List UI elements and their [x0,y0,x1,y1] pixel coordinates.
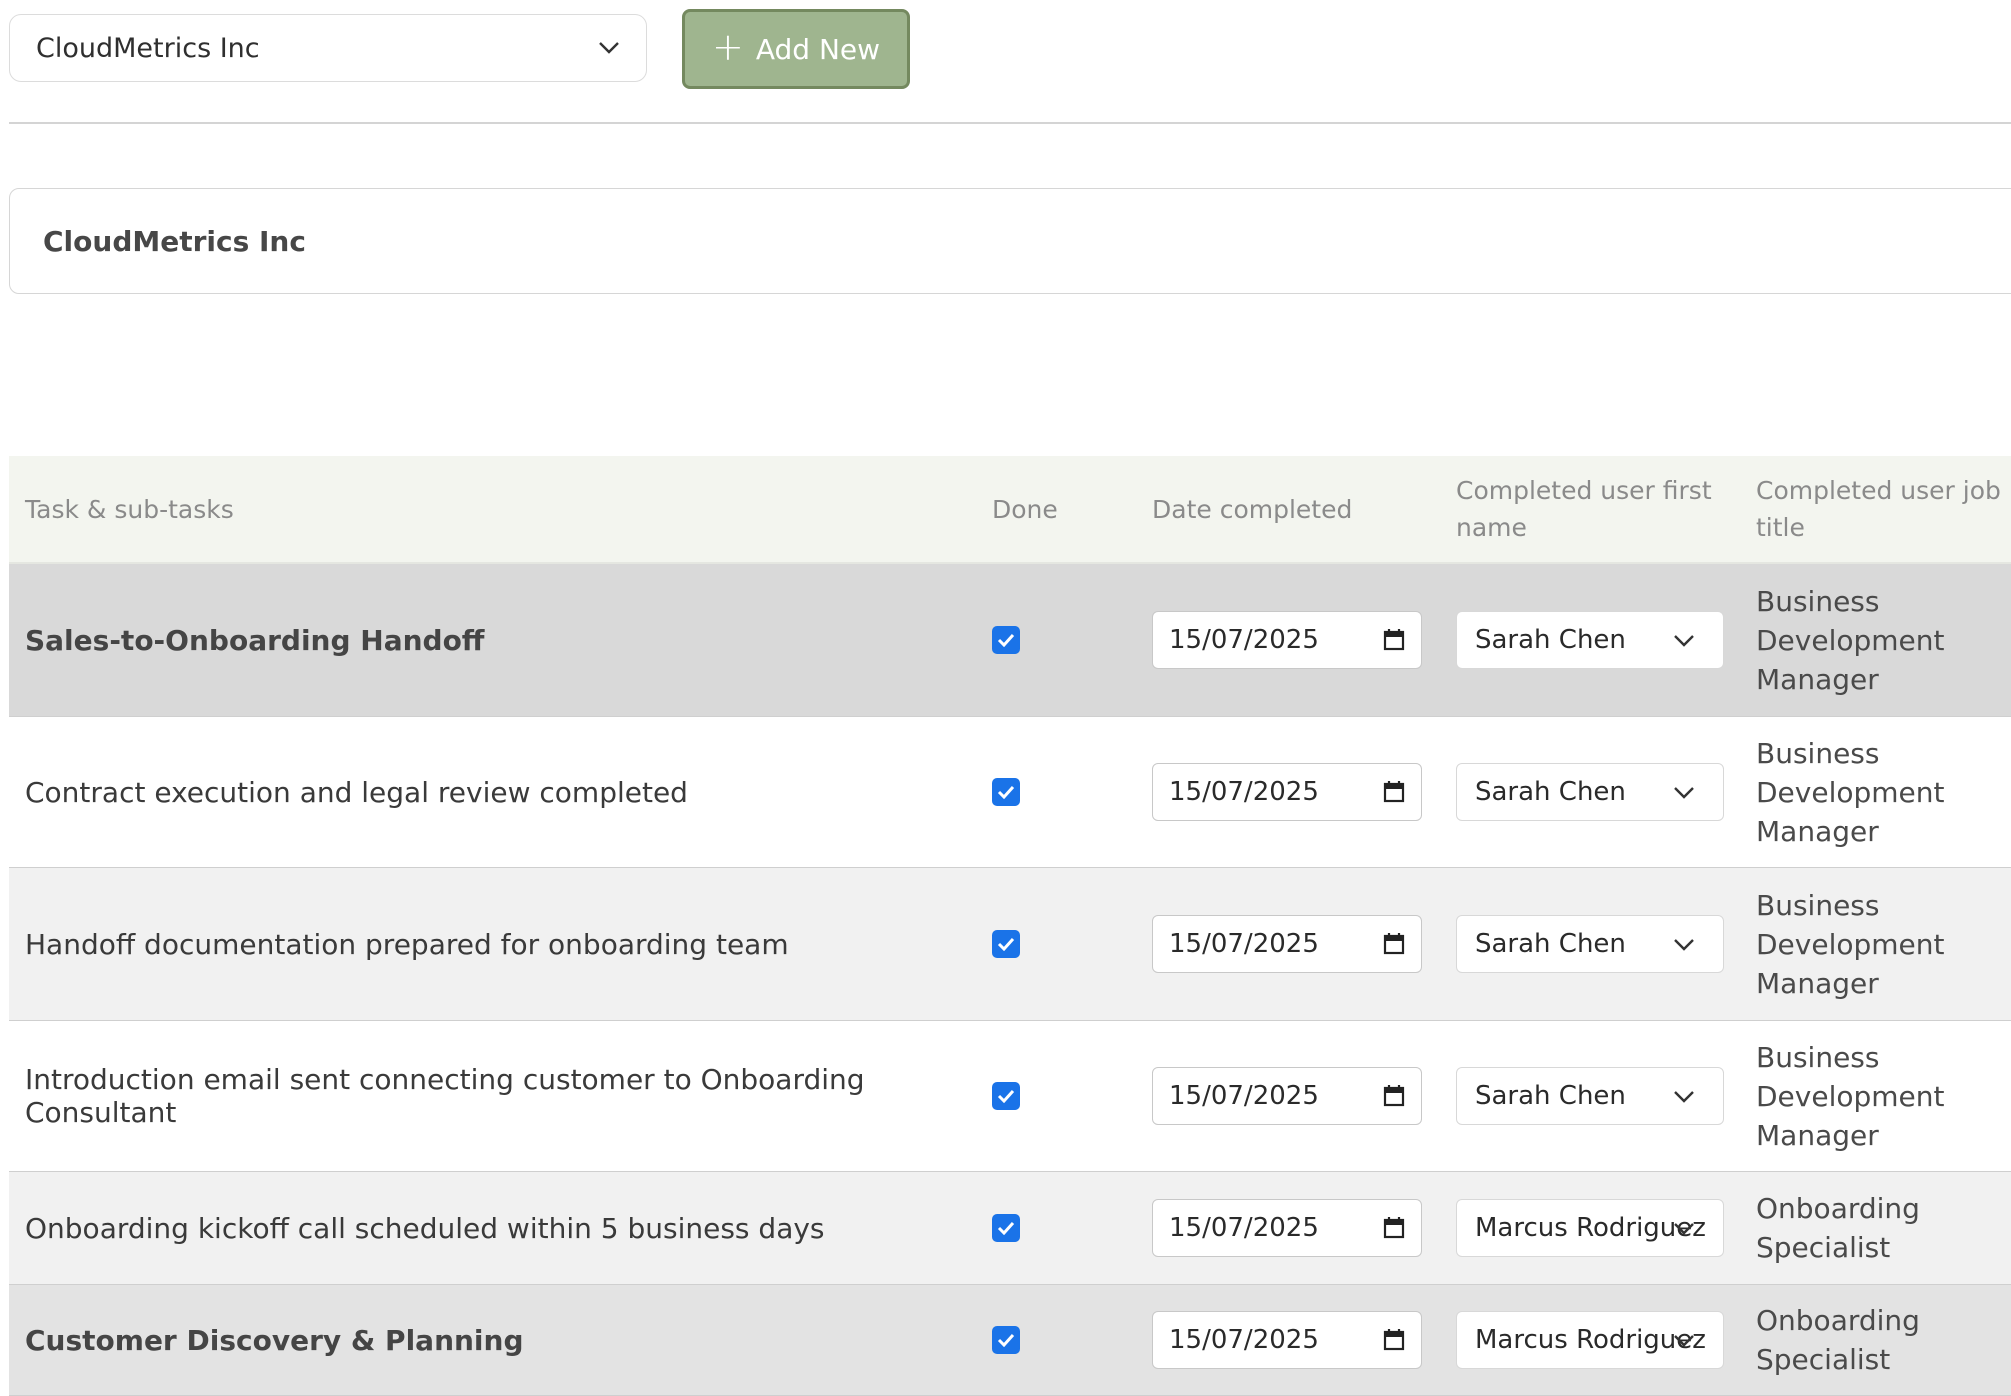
task-name: Introduction email sent connecting custo… [25,1063,865,1129]
task-name: Sales-to-Onboarding Handoff [25,623,485,657]
header-date: Date completed [1152,494,1353,524]
date-completed-input[interactable]: 15/07/2025 [1152,1199,1422,1257]
check-icon [997,937,1015,951]
check-icon [997,785,1015,799]
date-completed-input[interactable]: 15/07/2025 [1152,611,1422,669]
chevron-down-icon [1674,1335,1694,1347]
check-icon [997,1333,1015,1347]
add-new-button[interactable]: + Add New [682,9,910,89]
date-value: 15/07/2025 [1169,1081,1319,1111]
date-value: 15/07/2025 [1169,625,1319,655]
table-row: Handoff documentation prepared for onboa… [9,868,2011,1021]
task-name: Contract execution and legal review comp… [25,775,688,809]
check-icon [997,633,1015,647]
company-select[interactable]: CloudMetrics Inc [9,14,647,82]
user-select[interactable]: Sarah Chen [1456,1067,1724,1125]
table-row: Onboarding kickoff call scheduled within… [9,1172,2011,1285]
check-icon [997,1221,1015,1235]
table-row: Customer Discovery & Planning 15/07/2025… [9,1285,2011,1396]
calendar-icon[interactable] [1383,781,1405,803]
plus-icon: + [711,25,744,69]
header-user-first-name: Completed user first name [1456,476,1712,542]
calendar-icon[interactable] [1383,933,1405,955]
job-title: Business Development Manager [1756,1040,1945,1152]
task-table: Task & sub-tasks Done Date completed Com… [9,456,2011,1396]
chevron-down-icon [1674,1091,1694,1103]
job-title: Business Development Manager [1756,736,1945,848]
done-checkbox[interactable] [992,778,1020,806]
header-done: Done [992,494,1058,524]
done-checkbox[interactable] [992,626,1020,654]
divider [9,122,2011,124]
chevron-down-icon [1674,635,1694,647]
chevron-down-icon [1674,787,1694,799]
date-completed-input[interactable]: 15/07/2025 [1152,915,1422,973]
user-select[interactable]: Sarah Chen [1456,763,1724,821]
add-new-label: Add New [755,32,881,66]
task-name: Handoff documentation prepared for onboa… [25,927,789,961]
done-checkbox[interactable] [992,1082,1020,1110]
company-select-value: CloudMetrics Inc [36,32,260,64]
header-user-job-title: Completed user job title [1756,476,2001,542]
header-task: Task & sub-tasks [25,494,234,524]
table-header: Task & sub-tasks Done Date completed Com… [9,456,2011,564]
user-select[interactable]: Marcus Rodriguez [1456,1199,1724,1257]
done-checkbox[interactable] [992,1326,1020,1354]
company-card: CloudMetrics Inc [9,188,2011,294]
table-row: Sales-to-Onboarding Handoff 15/07/2025 S… [9,564,2011,717]
task-name: Customer Discovery & Planning [25,1323,524,1357]
job-title: Onboarding Specialist [1756,1192,1920,1264]
date-value: 15/07/2025 [1169,929,1319,959]
done-checkbox[interactable] [992,930,1020,958]
calendar-icon[interactable] [1383,1217,1405,1239]
date-completed-input[interactable]: 15/07/2025 [1152,763,1422,821]
job-title: Business Development Manager [1756,888,1945,1000]
job-title: Onboarding Specialist [1756,1304,1920,1376]
user-select[interactable]: Marcus Rodriguez [1456,1311,1724,1369]
table-row: Introduction email sent connecting custo… [9,1021,2011,1172]
calendar-icon[interactable] [1383,629,1405,651]
date-completed-input[interactable]: 15/07/2025 [1152,1311,1422,1369]
date-value: 15/07/2025 [1169,777,1319,807]
calendar-icon[interactable] [1383,1329,1405,1351]
check-icon [997,1089,1015,1103]
date-value: 15/07/2025 [1169,1213,1319,1243]
chevron-down-icon [1674,1223,1694,1235]
job-title: Business Development Manager [1756,584,1945,696]
chevron-down-icon [1674,939,1694,951]
date-completed-input[interactable]: 15/07/2025 [1152,1067,1422,1125]
user-select[interactable]: Sarah Chen [1456,611,1724,669]
calendar-icon[interactable] [1383,1085,1405,1107]
done-checkbox[interactable] [992,1214,1020,1242]
company-card-title: CloudMetrics Inc [43,224,306,258]
user-select[interactable]: Sarah Chen [1456,915,1724,973]
task-name: Onboarding kickoff call scheduled within… [25,1211,825,1245]
date-value: 15/07/2025 [1169,1325,1319,1355]
chevron-down-icon [599,42,619,54]
table-row: Contract execution and legal review comp… [9,717,2011,868]
